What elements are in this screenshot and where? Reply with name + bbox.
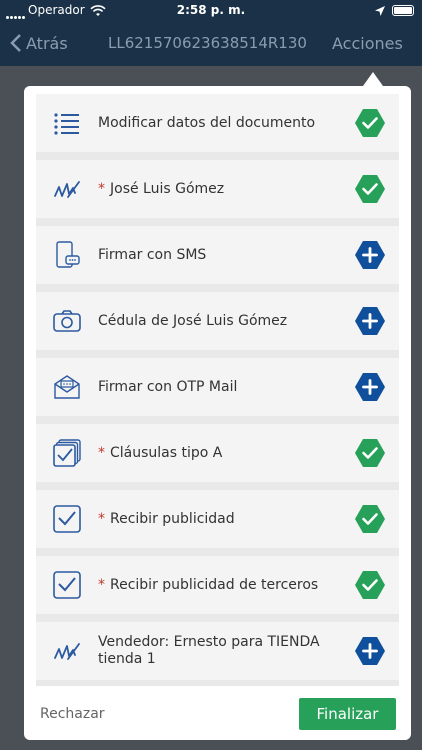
required-marker: * — [98, 180, 105, 197]
action-item-text: Recibir publicidad — [110, 510, 235, 527]
action-item[interactable]: * José Luis Gómez — [36, 160, 399, 218]
location-arrow-icon — [375, 6, 385, 16]
action-item[interactable]: Modificar datos del documento — [36, 94, 399, 152]
action-item-text: José Luis Gómez — [110, 180, 225, 197]
action-item-label: * Cláusulas tipo A — [98, 424, 339, 482]
checkbox-icon — [52, 570, 82, 600]
status-bar: Operador 2:58 p. m. — [0, 0, 422, 22]
add-plus-icon[interactable] — [354, 239, 386, 271]
completed-check-icon — [354, 569, 386, 601]
stacked-checkbox-icon — [52, 438, 82, 468]
popover-arrow — [363, 72, 383, 86]
action-item[interactable]: Firmar con SMS — [36, 226, 399, 284]
required-marker: * — [98, 576, 105, 593]
completed-check-icon — [354, 437, 386, 469]
popover-footer: Rechazar Finalizar — [24, 690, 411, 740]
document-id-title: LL62157062363851​4R130 — [108, 34, 307, 52]
checkbox-icon — [52, 504, 82, 534]
clock: 2:58 p. m. — [176, 3, 246, 17]
back-button[interactable]: Atrás — [10, 33, 68, 53]
finish-button[interactable]: Finalizar — [299, 698, 396, 730]
action-item[interactable]: Firmar con OTP Mail — [36, 358, 399, 416]
list-icon — [52, 108, 82, 138]
action-item-label: Cédula de José Luis Gómez — [98, 292, 339, 350]
reject-button[interactable]: Rechazar — [40, 706, 105, 722]
add-plus-icon[interactable] — [354, 305, 386, 337]
required-marker: * — [98, 510, 105, 527]
sms-phone-icon — [52, 240, 82, 270]
action-item[interactable]: * Recibir publicidad de terceros — [36, 556, 399, 614]
add-plus-icon[interactable] — [354, 635, 386, 667]
actions-button[interactable]: Acciones — [332, 34, 403, 53]
action-item-label: Modificar datos del documento — [98, 94, 339, 152]
action-item[interactable]: Vendedor: Ernesto para TIENDA tienda 1 — [36, 622, 399, 680]
action-item-text: Firmar con SMS — [98, 246, 207, 263]
completed-check-icon — [354, 503, 386, 535]
action-item[interactable]: * Cláusulas tipo A — [36, 424, 399, 482]
required-marker: * — [98, 444, 105, 461]
add-plus-icon[interactable] — [354, 371, 386, 403]
actions-list: Modificar datos del documento * José Luis … — [36, 94, 399, 686]
action-item-text: Firmar con OTP Mail — [98, 378, 238, 395]
otp-mail-icon — [52, 372, 82, 402]
action-item-label: * Recibir publicidad de terceros — [98, 556, 339, 614]
action-item-label: Vendedor: Ernesto para TIENDA tienda 1 — [98, 622, 339, 680]
completed-check-icon — [354, 107, 386, 139]
navigation-bar: Atrás LL62157062363851​4R130 Acciones — [0, 22, 422, 66]
camera-icon — [52, 306, 82, 336]
action-item-text: Modificar datos del documento — [98, 114, 316, 131]
back-label: Atrás — [26, 33, 68, 53]
action-item-text: Cédula de José Luis Gómez — [98, 312, 288, 329]
action-item-label: * Recibir publicidad — [98, 490, 339, 548]
action-item-text: Vendedor: Ernesto para TIENDA tienda 1 — [98, 634, 320, 667]
action-item-text: Cláusulas tipo A — [110, 444, 223, 461]
action-item[interactable]: Cédula de José Luis Gómez — [36, 292, 399, 350]
actions-popover: Modificar datos del documento * José Luis … — [24, 86, 411, 740]
action-item-text: Recibir publicidad de terceros — [110, 576, 319, 593]
signature-icon — [52, 636, 82, 666]
signature-icon — [52, 174, 82, 204]
chevron-left-icon — [10, 34, 21, 52]
action-item-label: Firmar con SMS — [98, 226, 339, 284]
completed-check-icon — [354, 173, 386, 205]
battery-icon — [392, 5, 414, 16]
action-item-label: Firmar con OTP Mail — [98, 358, 339, 416]
action-item[interactable]: * Recibir publicidad — [36, 490, 399, 548]
action-item-label: * José Luis Gómez — [98, 160, 339, 218]
